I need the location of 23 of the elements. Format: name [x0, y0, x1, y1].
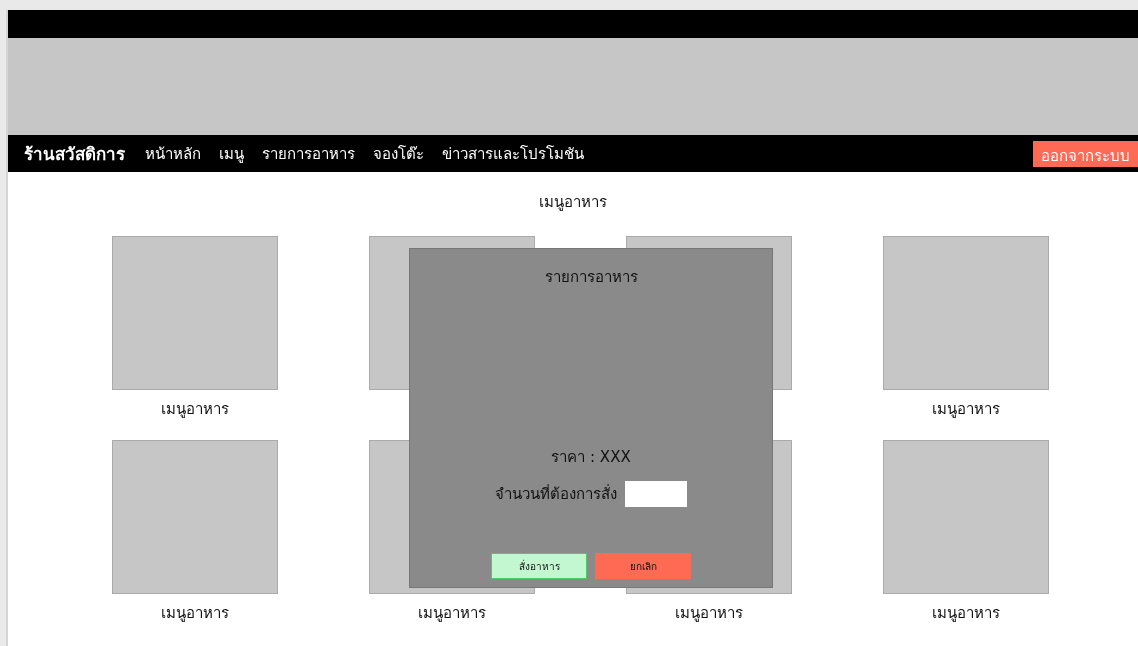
menu-item-label: เมนูอาหาร: [161, 603, 229, 624]
menu-item-label: เมนูอาหาร: [161, 399, 229, 420]
menu-image-placeholder[interactable]: [112, 236, 278, 390]
menu-image-placeholder[interactable]: [883, 440, 1049, 594]
cancel-button[interactable]: ยกเลิก: [595, 553, 691, 579]
quantity-field[interactable]: [625, 481, 687, 507]
order-button[interactable]: สั่งอาหาร: [491, 553, 587, 579]
menu-image-placeholder[interactable]: [112, 440, 278, 594]
menu-item-label: เมนูอาหาร: [675, 603, 743, 624]
nav-link[interactable]: จองโต๊ะ: [373, 141, 424, 166]
section-title: เมนูอาหาร: [538, 192, 608, 213]
nav-link[interactable]: ข่าวสารและโปรโมชัน: [442, 141, 584, 166]
dialog-title: รายการอาหาร: [544, 267, 638, 288]
menu-item-label: เมนูอาหาร: [932, 399, 1000, 420]
brand-name: ร้านสวัสดิการ: [24, 143, 125, 166]
menu-item-label: เมนูอาหาร: [418, 603, 486, 624]
nav-link[interactable]: เมนู: [219, 141, 244, 166]
nav-link[interactable]: รายการอาหาร: [262, 141, 355, 166]
quantity-label: จำนวนที่ต้องการสั่ง: [495, 483, 617, 505]
price-text: ราคา : XXX: [551, 447, 631, 468]
nav-link[interactable]: หน้าหลัก: [145, 141, 201, 166]
menu-image-placeholder[interactable]: [883, 236, 1049, 390]
menu-item-label: เมนูอาหาร: [932, 603, 1000, 624]
